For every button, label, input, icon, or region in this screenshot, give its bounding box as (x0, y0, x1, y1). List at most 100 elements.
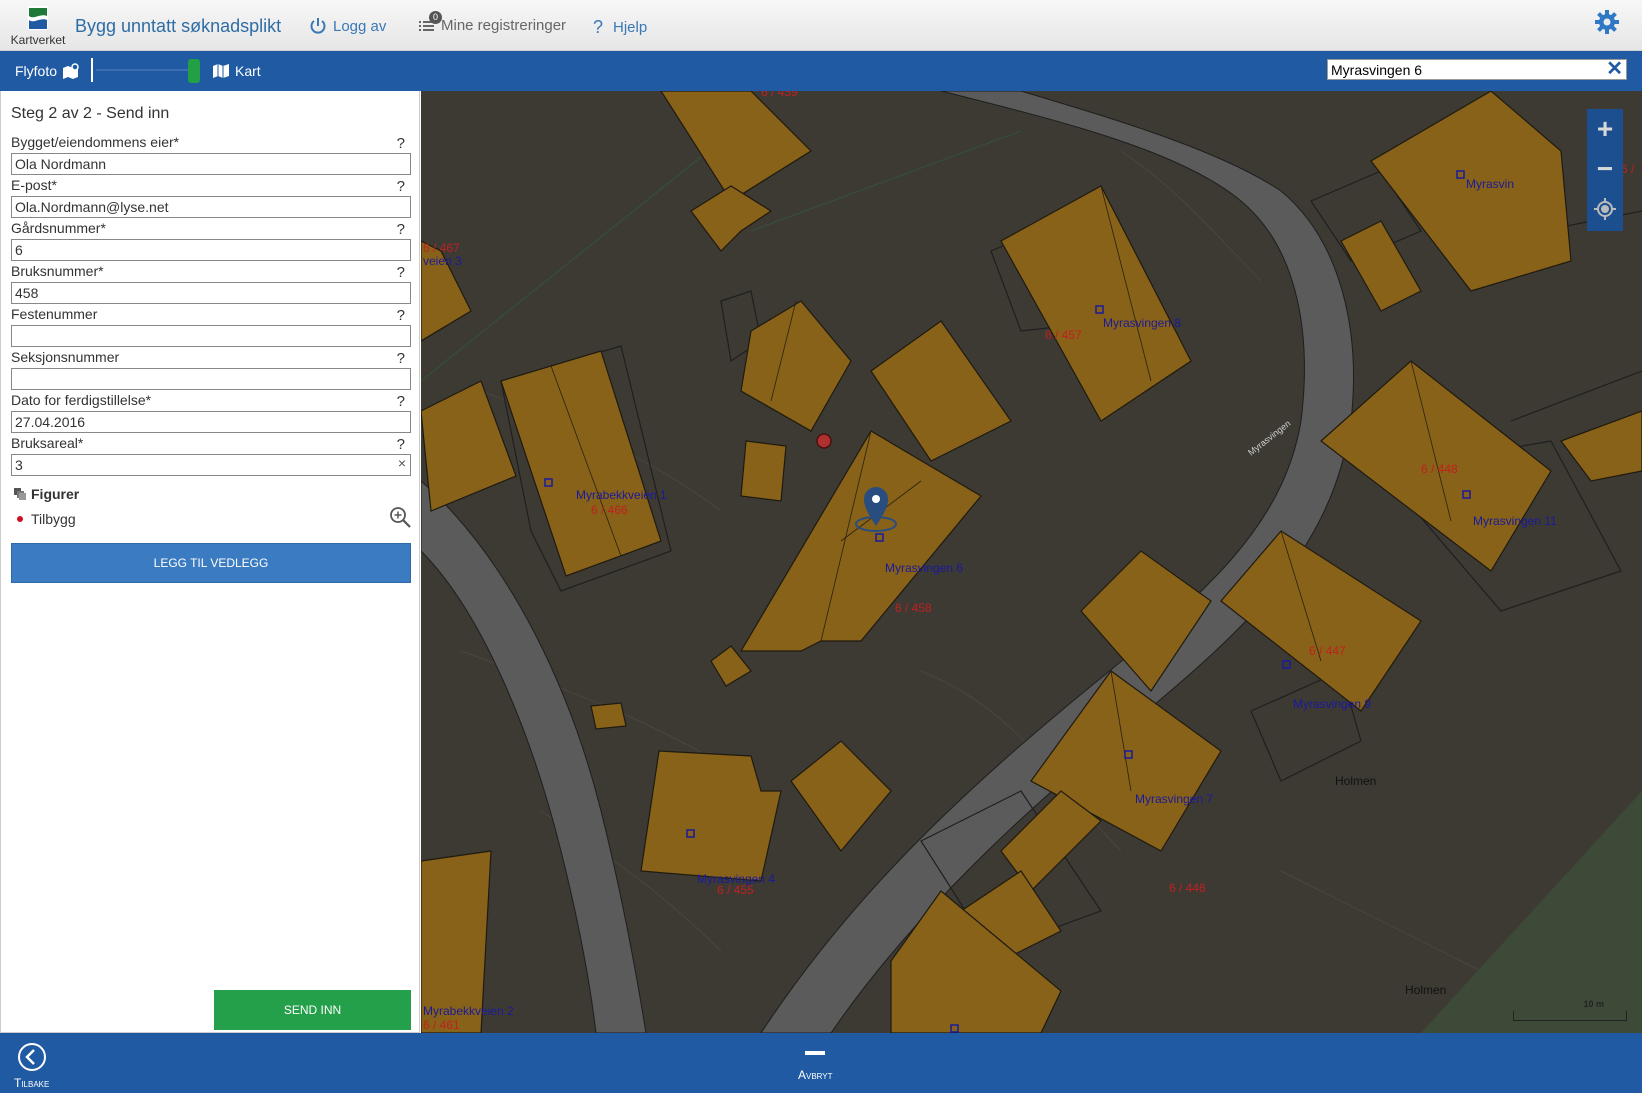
email-label: E-post* (11, 177, 57, 193)
usage-number-field: Bruksnummer* ? (11, 264, 411, 307)
flyfoto-toggle[interactable]: Flyfoto (15, 63, 80, 79)
logout-link[interactable]: Logg av (309, 17, 386, 35)
parcel-label: 6 / 466 (591, 503, 628, 517)
section-number-help-icon[interactable]: ? (397, 350, 405, 367)
parcel-label: 6 / 458 (895, 601, 932, 615)
address-label: Myrasvin (1466, 177, 1514, 191)
vegetation-area (1421, 791, 1642, 1033)
locate-me-icon[interactable] (1587, 189, 1623, 229)
completion-date-field: Dato for ferdigstillelse* ? (11, 393, 411, 436)
kartverket-logo-icon (28, 6, 48, 30)
usage-number-help-icon[interactable]: ? (397, 264, 405, 281)
address-label: Myrabekkveien 2 (423, 1004, 514, 1018)
address-search-input[interactable] (1328, 60, 1598, 79)
owner-input[interactable] (11, 153, 411, 175)
my-registrations-label: Mine registreringer (441, 17, 567, 34)
usable-area-input[interactable] (11, 454, 411, 476)
switch-track (96, 69, 196, 71)
scale-label: 10 m (1583, 999, 1604, 1009)
map-icon (213, 64, 229, 78)
form-fields: Bygget/eiendommens eier* ? E-post* ? Går… (11, 135, 411, 479)
question-icon: ? (593, 17, 604, 37)
layers-icon (14, 488, 26, 500)
completion-date-input[interactable] (11, 411, 411, 433)
parcel-label: 6 / 457 (1045, 328, 1082, 342)
help-link[interactable]: ? Hjelp (593, 17, 647, 38)
cancel-label: Avbryt (798, 1068, 833, 1082)
parcel-label: 6 / (1621, 162, 1635, 176)
map-toolbar: Flyfoto Kart ✕ (0, 51, 1642, 91)
lease-number-help-icon[interactable]: ? (397, 307, 405, 324)
email-input[interactable] (11, 196, 411, 218)
my-registrations-link[interactable]: 0 Mine registreringer (419, 10, 567, 34)
figure-item[interactable]: Tilbygg (17, 511, 76, 527)
map-scale-bar: 10 m (1513, 999, 1627, 1021)
kart-toggle[interactable]: Kart (212, 63, 261, 79)
map-view[interactable]: 6 / 459 6 / 467 veien 3 Myrasvingen 8 6 … (421, 91, 1642, 1033)
zoom-in-button[interactable]: + (1587, 109, 1623, 149)
completion-date-label: Dato for ferdigstillelse* (11, 392, 152, 408)
farm-number-input[interactable] (11, 239, 411, 261)
farm-number-field: Gårdsnummer* ? (11, 221, 411, 264)
address-label: Myrasvingen 8 (1103, 316, 1181, 330)
bottom-nav-bar: Tilbake Avbryt (0, 1033, 1642, 1093)
back-label: Tilbake (14, 1076, 50, 1090)
lease-number-field: Festenummer ? (11, 307, 411, 350)
email-help-icon[interactable]: ? (397, 178, 405, 195)
parcel-label: 6 / 446 (1169, 881, 1206, 895)
farm-number-help-icon[interactable]: ? (397, 221, 405, 238)
power-icon (310, 18, 326, 34)
figure-dot-icon (17, 516, 23, 522)
basemap-switch[interactable] (96, 59, 204, 83)
settings-gear-icon[interactable] (1594, 9, 1620, 38)
owner-help-icon[interactable]: ? (397, 135, 405, 152)
usage-number-input[interactable] (11, 282, 411, 304)
place-label: Holmen (1335, 774, 1376, 788)
address-label: Myrasvingen 7 (1135, 792, 1213, 806)
figure-point-marker[interactable] (816, 433, 832, 449)
back-button[interactable]: Tilbake (14, 1042, 49, 1090)
zoom-out-button[interactable]: − (1587, 149, 1623, 189)
parcel-label: 6 / 447 (1309, 644, 1346, 658)
parcel-label: 6 / 461 (423, 1018, 460, 1032)
usable-area-clear-icon[interactable]: × (398, 455, 406, 471)
kartverket-logo[interactable]: Kartverket (8, 4, 68, 48)
flyfoto-label: Flyfoto (15, 63, 58, 79)
back-arrow-icon (17, 1043, 46, 1071)
address-label: Myrabekkveien 1 (576, 488, 667, 502)
list-icon: 0 (419, 10, 442, 34)
section-number-input[interactable] (11, 368, 411, 390)
owner-label: Bygget/eiendommens eier* (11, 134, 180, 150)
logo-text: Kartverket (10, 33, 66, 47)
usable-area-help-icon[interactable]: ? (397, 436, 405, 453)
completion-date-help-icon[interactable]: ? (397, 393, 405, 410)
registration-form-panel: Steg 2 av 2 - Send inn Bygget/eiendommen… (0, 91, 420, 1033)
address-label: Myrasvingen 9 (1293, 697, 1371, 711)
lease-number-label: Festenummer (11, 306, 98, 322)
help-label: Hjelp (613, 19, 648, 36)
registrations-count-badge: 0 (429, 10, 442, 24)
figure-item-label: Tilbygg (31, 511, 76, 527)
logout-label: Logg av (333, 17, 387, 35)
lease-number-input[interactable] (11, 325, 411, 347)
usage-number-label: Bruksnummer* (11, 263, 104, 279)
switch-knob[interactable] (188, 59, 200, 83)
search-clear-icon[interactable]: ✕ (1606, 59, 1623, 79)
parcel-label: 6 / 455 (717, 883, 754, 897)
map-canvas[interactable]: 6 / 459 6 / 467 veien 3 Myrasvingen 8 6 … (421, 91, 1642, 1033)
add-attachment-button[interactable]: LEGG TIL VEDLEGG (11, 543, 411, 583)
section-number-label: Seksjonsnummer (11, 349, 120, 365)
address-search: ✕ (1327, 59, 1627, 80)
farm-number-label: Gårdsnummer* (11, 220, 106, 236)
section-number-field: Seksjonsnummer ? (11, 350, 411, 393)
cancel-button[interactable]: Avbryt (798, 1051, 833, 1082)
zoom-to-figure-icon[interactable] (389, 506, 411, 531)
aerial-map-icon (63, 63, 79, 79)
send-button[interactable]: SEND INN (214, 990, 411, 1030)
email-field: E-post* ? (11, 178, 411, 221)
parcel-label: 6 / 448 (1421, 462, 1458, 476)
usable-area-label: Bruksareal* (11, 435, 84, 451)
address-label: Myrasvingen 6 (885, 561, 963, 575)
app-title[interactable]: Bygg unntatt søknadsplikt (75, 16, 281, 37)
figures-title: Figurer (31, 486, 80, 502)
